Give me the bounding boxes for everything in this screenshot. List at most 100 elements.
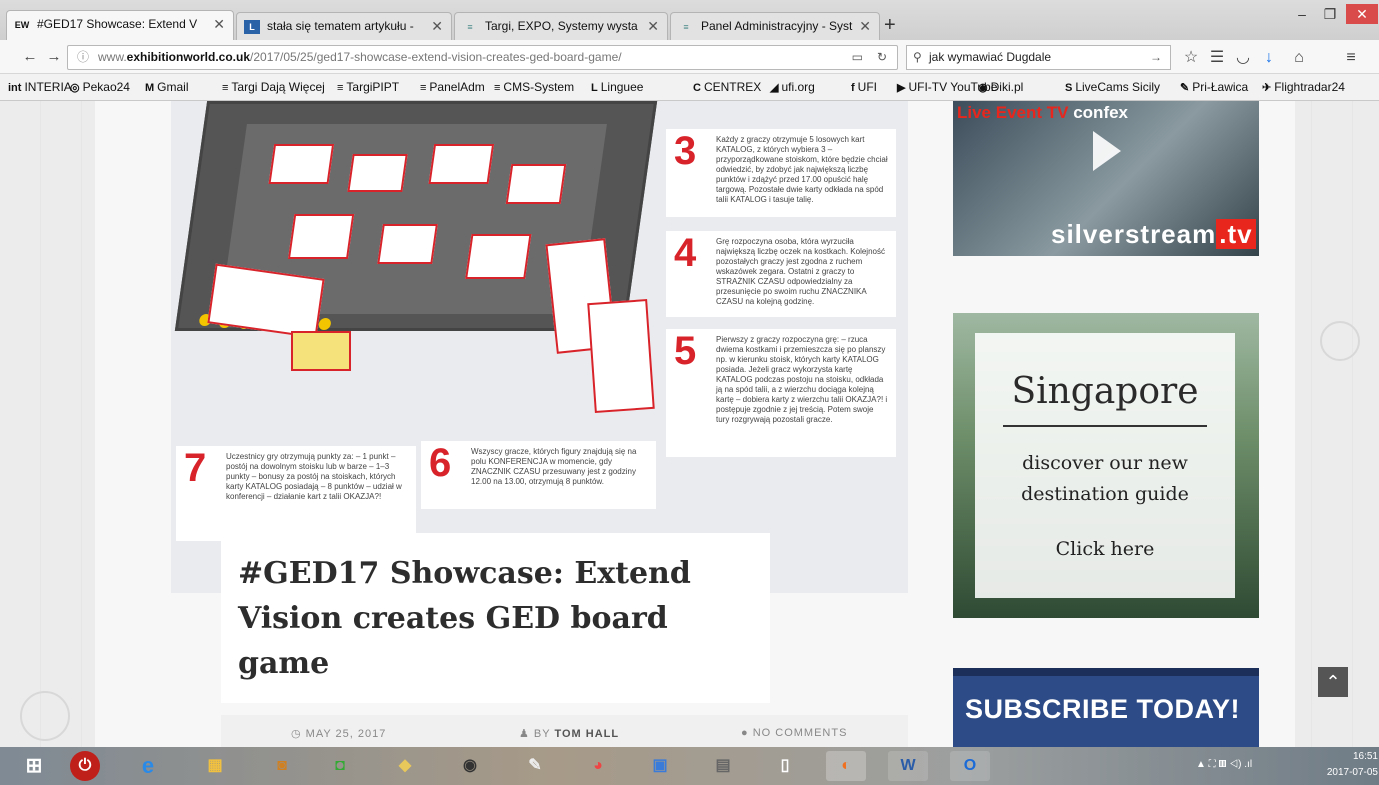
chrome-icon[interactable]: ◕: [578, 751, 618, 781]
speaker-icon[interactable]: ◉: [450, 751, 490, 781]
close-tab-icon[interactable]: ✕: [859, 13, 871, 39]
subscribe-text: SUBSCRIBE TODAY!: [965, 694, 1241, 724]
singapore-ad[interactable]: Singapore discover our new destination g…: [953, 313, 1259, 618]
search-go-icon[interactable]: →: [1150, 46, 1162, 69]
step-3-card: 3 Każdy z graczy otrzymuje 5 losowych ka…: [666, 129, 896, 217]
tab-label: stała się tematem artykułu -: [267, 19, 414, 33]
bookmark-ufi-org[interactable]: ◢ ufi.org: [770, 74, 815, 100]
step-7-card: 7 Uczestnicy gry otrzymują punkty za: – …: [176, 446, 416, 541]
exhibitionworld-favicon-icon: EW: [14, 20, 30, 30]
windows-start-icon[interactable]: ⊞: [14, 751, 54, 781]
reload-icon[interactable]: ↻: [877, 46, 887, 69]
word-icon[interactable]: W: [888, 751, 928, 781]
bookmark-paneladm[interactable]: ≡ PanelAdm: [420, 74, 485, 100]
clock-icon: ◷: [291, 728, 306, 740]
system-clock[interactable]: 16:51 2017-07-05: [1318, 749, 1378, 781]
bookmark-label: LiveCams Sicily: [1075, 80, 1161, 94]
bookmark-pri-awica[interactable]: ✎ Pri-Ławica: [1180, 74, 1248, 100]
tab-ged17[interactable]: EW #GED17 Showcase: Extend V ✕: [6, 10, 234, 40]
click-here-link[interactable]: Click here: [975, 538, 1235, 560]
home-icon[interactable]: ⌂: [1288, 47, 1310, 69]
info-icon[interactable]: ⓘ: [77, 46, 89, 69]
step-text: Pierwszy z graczy rozpoczyna grę: – rzuc…: [716, 335, 888, 424]
bookmark-pekao24[interactable]: ◎ Pekao24: [70, 74, 130, 100]
app-2-icon[interactable]: ▣: [640, 751, 680, 781]
bookmark-livecams-sicily[interactable]: S LiveCams Sicily: [1065, 74, 1160, 100]
author-prefix: BY: [533, 728, 551, 740]
live-event-tv-ad[interactable]: Live Event TV confex silverstream .tv: [953, 101, 1259, 256]
app-3-icon[interactable]: ▤: [703, 751, 743, 781]
ad-stripe: [953, 668, 1259, 676]
bookmark-gmail[interactable]: M Gmail: [145, 74, 189, 100]
comments-link[interactable]: NO COMMENTS: [753, 727, 848, 739]
article-title[interactable]: #GED17 Showcase: Extend Vision creates G…: [238, 551, 708, 686]
bookmark-targipipt[interactable]: ≡ TargiPIPT: [337, 74, 399, 100]
divider: [1003, 425, 1207, 427]
step-number: 7: [184, 446, 207, 490]
maximize-button[interactable]: ❐: [1318, 4, 1342, 24]
page-favicon-icon: ≡: [683, 22, 689, 32]
bookmark-label: INTERIA: [24, 80, 72, 94]
clock-date: 2017-07-05: [1326, 767, 1378, 778]
file-explorer-icon[interactable]: ▦: [195, 751, 235, 781]
address-bar[interactable]: ⓘ www.exhibitionworld.co.uk/2017/05/25/g…: [67, 45, 898, 70]
system-tray-icons[interactable]: ▲ ⛶ ▥ ◁) .ıl: [1196, 759, 1252, 770]
close-tab-icon[interactable]: ✕: [213, 11, 225, 37]
logo-suffix: .tv: [1216, 219, 1256, 249]
twitter-deco-icon: [20, 691, 70, 741]
step-4-card: 4 Grę rozpoczyna osoba, która wyrzuciła …: [666, 231, 896, 317]
bookmark-star-icon[interactable]: ☆: [1180, 47, 1202, 69]
logo-main: silverstream: [1051, 219, 1217, 249]
internet-explorer-icon[interactable]: e: [128, 751, 168, 781]
search-icon: ⚲: [913, 50, 922, 64]
step-5-card: 5 Pierwszy z graczy rozpoczyna grę: – rz…: [666, 329, 896, 457]
subscribe-ad[interactable]: SUBSCRIBE TODAY!: [953, 668, 1259, 747]
author-link[interactable]: TOM HALL: [554, 728, 619, 740]
pen-icon[interactable]: ✎: [515, 751, 555, 781]
bookmark-cms-system[interactable]: ≡ CMS-System: [494, 74, 574, 100]
minimize-button[interactable]: –: [1290, 4, 1314, 24]
bookmark-label: Targi Dają Więcej: [231, 80, 325, 94]
bookmarks-list-icon[interactable]: ☰: [1206, 47, 1228, 69]
board-card: [287, 214, 355, 259]
folder-icon[interactable]: ◆: [385, 751, 425, 781]
article-title-box: #GED17 Showcase: Extend Vision creates G…: [221, 533, 770, 703]
notepad-icon[interactable]: ▯: [765, 751, 805, 781]
menu-icon[interactable]: ≡: [1340, 47, 1362, 69]
search-input[interactable]: ⚲ jak wymawiać Dugdale →: [906, 45, 1171, 70]
bookmark-linguee[interactable]: L Linguee: [591, 74, 643, 100]
bookmark-diki-pl[interactable]: ◉ Diki.pl: [978, 74, 1023, 100]
back-button[interactable]: ←: [18, 45, 42, 69]
reader-view-icon[interactable]: ▭: [852, 46, 863, 69]
ad-subtitle: discover our new destination guide: [1021, 452, 1189, 505]
bookmark-icon: ≡: [494, 82, 501, 94]
tab-targi[interactable]: ≡ Targi, EXPO, Systemy wysta ✕: [454, 12, 668, 40]
app-icon[interactable]: ◙: [262, 751, 302, 781]
store-icon[interactable]: ◘: [320, 751, 360, 781]
power-icon[interactable]: ⏻: [70, 751, 100, 781]
step-6-card: 6 Wszyscy gracze, których figury znajduj…: [421, 441, 656, 509]
forward-button[interactable]: →: [42, 45, 66, 69]
bookmark-ufi[interactable]: f UFI: [851, 74, 877, 100]
bookmark-interia[interactable]: int INTERIA: [8, 74, 72, 100]
tab-panel-admin[interactable]: ≡ Panel Administracyjny - Syst ✕: [670, 12, 880, 40]
close-tab-icon[interactable]: ✕: [647, 13, 659, 39]
bookmark-flightradar24[interactable]: ✈ Flightradar24: [1262, 74, 1345, 100]
outlook-icon[interactable]: O: [950, 751, 990, 781]
download-icon[interactable]: ↓: [1258, 47, 1280, 69]
ad-brand-text: confex: [1073, 103, 1129, 122]
close-tab-icon[interactable]: ✕: [431, 13, 443, 39]
article-comments[interactable]: ● NO COMMENTS: [741, 727, 847, 739]
bookmark-label: Pekao24: [82, 80, 130, 94]
close-window-button[interactable]: ✕: [1346, 4, 1378, 24]
pocket-icon[interactable]: ◡: [1232, 47, 1254, 69]
play-video-icon[interactable]: [1093, 131, 1121, 171]
bookmark-targi-daj-wi-cej[interactable]: ≡ Targi Dają Więcej: [222, 74, 325, 100]
firefox-icon[interactable]: ◐: [826, 751, 866, 781]
bookmark-icon: ≡: [337, 82, 344, 94]
tab-article[interactable]: L stała się tematem artykułu - ✕: [236, 12, 452, 40]
scroll-to-top-button[interactable]: ⌃: [1318, 667, 1348, 697]
bookmark-icon: ≡: [222, 82, 229, 94]
new-tab-button[interactable]: +: [884, 12, 896, 38]
bookmark-centrex[interactable]: C CENTREX: [693, 74, 761, 100]
